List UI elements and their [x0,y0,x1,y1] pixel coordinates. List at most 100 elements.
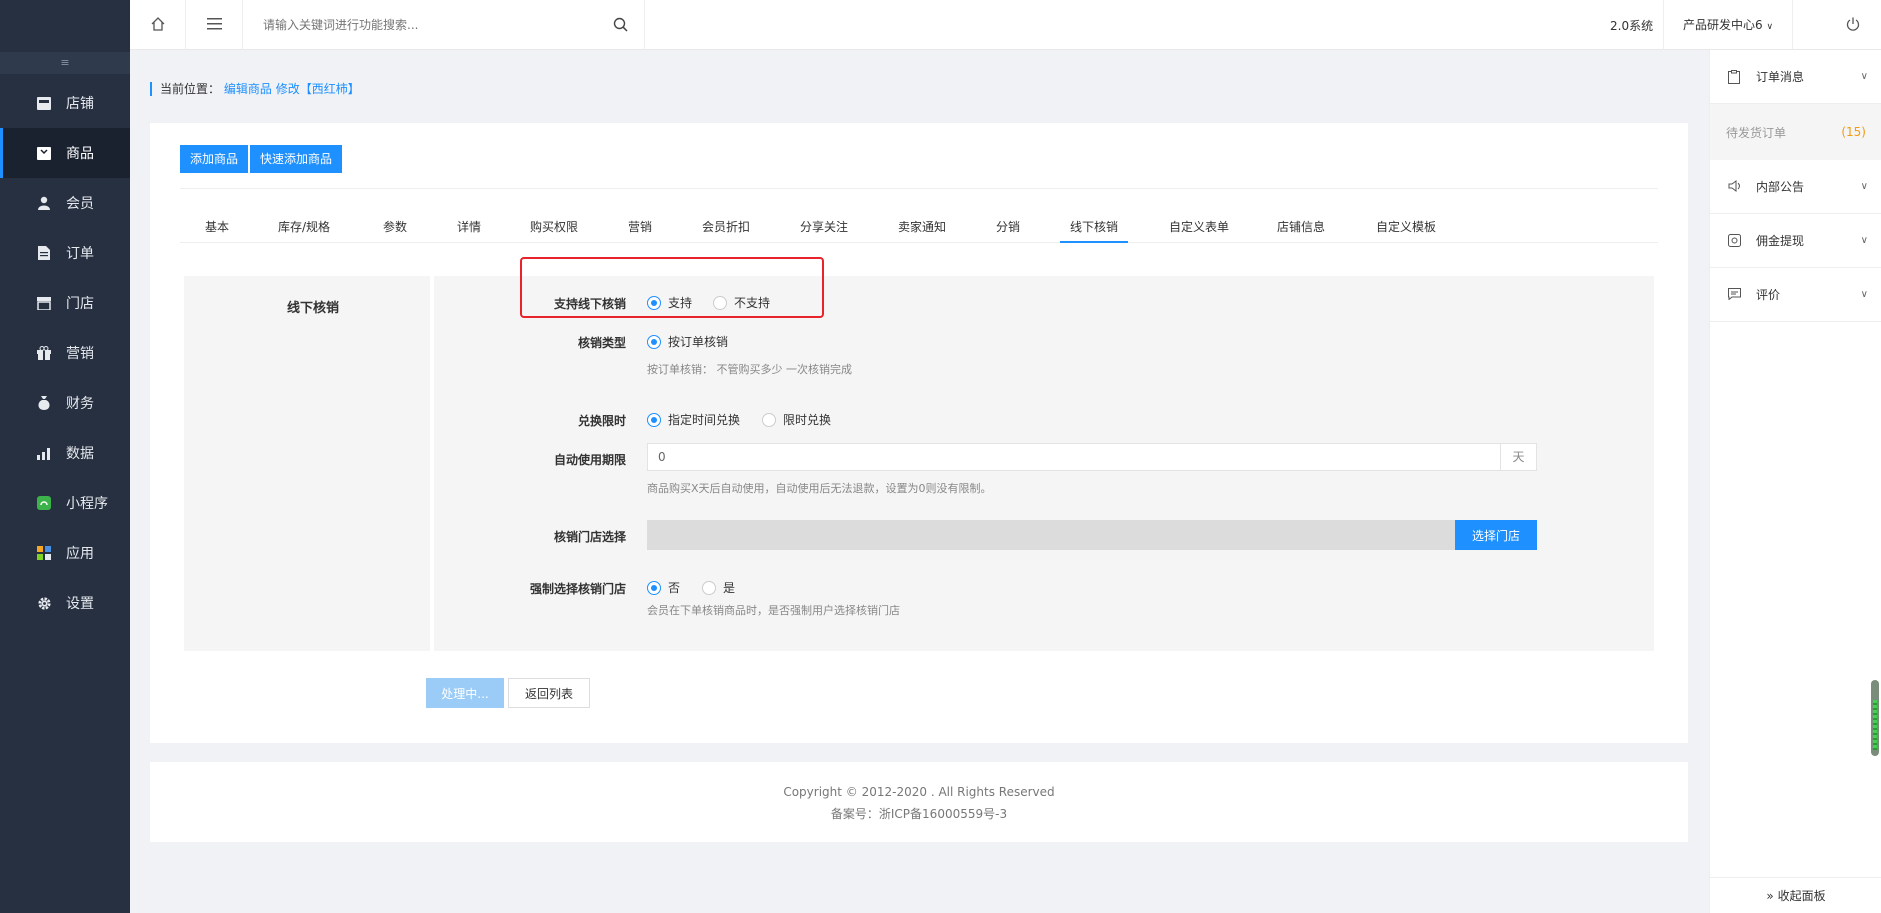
pending-shipment-row[interactable]: 待发货订单 (15) [1710,104,1881,160]
system-version-label: 2.0系统 [1610,19,1654,33]
form-section-side: 线下核销 [184,276,434,651]
sidebar-item-member[interactable]: 会员 [0,178,130,228]
commission-withdraw-item[interactable]: 佣金提现 ∨ [1710,214,1881,268]
tab-offline-verify[interactable]: 线下核销 [1060,213,1129,243]
pending-shipment-count: (15) [1841,125,1866,139]
comment-icon [1728,287,1742,302]
selected-stores-display [647,520,1455,550]
add-goods-button[interactable]: 添加商品 [180,145,249,173]
red-highlight-box [520,257,824,318]
tab-purchase-permission[interactable]: 购买权限 [530,213,578,243]
tab-basic[interactable]: 基本 [205,213,229,243]
shop-icon [36,295,52,311]
sidebar-item-marketing[interactable]: 营销 [0,328,130,378]
select-store-button[interactable]: 选择门店 [1455,520,1537,550]
radio-dot [647,580,661,595]
sidebar-collapse-button[interactable]: ≡ [0,52,130,74]
order-messages-item[interactable]: 订单消息 ∨ [1710,50,1881,104]
logout-button[interactable] [1825,0,1881,50]
sidebar-item-shop[interactable]: 门店 [0,278,130,328]
radio-dot [647,412,661,427]
right-panel-label: 内部公告 [1756,180,1805,194]
search-box [245,0,645,50]
tab-detail[interactable]: 详情 [457,213,481,243]
back-to-list-button[interactable]: 返回列表 [508,678,590,708]
exchange-limited-time-radio[interactable]: 限时兑换 [762,411,831,428]
sidebar-item-order[interactable]: 订单 [0,228,130,278]
goods-icon [36,145,52,161]
tab-marketing[interactable]: 营销 [628,213,652,243]
chevron-down-icon: ∨ [1766,22,1774,32]
home-button[interactable] [130,0,186,50]
miniprogram-icon [36,495,52,511]
tab-share-follow[interactable]: 分享关注 [800,213,848,243]
radio-dot [702,580,716,595]
sidebar-item-label: 财务 [66,396,94,412]
icp-text: 备案号：浙ICP备16000559号-3 [830,807,1008,821]
tab-custom-form[interactable]: 自定义表单 [1169,213,1229,243]
store-icon [36,95,52,111]
sidebar-item-label: 会员 [66,196,94,212]
sidebar-item-label: 门店 [66,296,94,312]
tab-member-discount[interactable]: 会员折扣 [702,213,750,243]
sidebar-item-label: 店铺 [66,96,94,112]
tab-custom-template[interactable]: 自定义模板 [1376,213,1436,243]
exchange-limit-label: 兑换限时 [577,414,626,428]
tab-shop-info[interactable]: 店铺信息 [1277,213,1325,243]
processing-button[interactable]: 处理中... [426,678,504,708]
main-card: 添加商品 快速添加商品 基本 库存/规格 参数 详情 购买权限 营销 会员折扣 … [150,123,1688,743]
sidebar-item-apps[interactable]: 应用 [0,528,130,578]
sidebar-item-goods[interactable]: 商品 [0,128,130,178]
sidebar-item-settings[interactable]: 设置 [0,578,130,628]
gift-icon [36,345,52,361]
breadcrumb: 当前位置： 编辑商品 修改【西红柿】 [150,82,360,96]
sidebar-item-store[interactable]: 店铺 [0,78,130,128]
search-input[interactable] [245,0,585,50]
breadcrumb-link-modify[interactable]: 修改【西红柿】 [276,82,360,96]
sidebar-item-finance[interactable]: 财务 [0,378,130,428]
verify-type-label: 核销类型 [577,336,626,350]
chevron-down-icon: ∨ [1860,71,1868,82]
sidebar-item-data[interactable]: 数据 [0,428,130,478]
tab-seller-notify[interactable]: 卖家通知 [898,213,946,243]
tab-stock-spec[interactable]: 库存/规格 [278,213,330,243]
sidebar-item-label: 订单 [66,246,94,262]
force-store-no-radio[interactable]: 否 [647,579,680,596]
apps-icon [36,545,52,561]
days-unit: 天 [1500,444,1536,470]
verify-by-order-radio[interactable]: 按订单核销 [647,333,728,350]
auto-use-field: 天 [647,443,1537,471]
search-icon[interactable] [613,17,628,35]
org-switcher[interactable]: 产品研发中心6 ∨ [1663,0,1793,50]
footer: Copyright © 2012-2020 . All Rights Reser… [150,762,1688,842]
store-select-label: 核销门店选择 [553,530,626,544]
clipboard-icon [1728,69,1742,84]
menu-toggle-button[interactable] [187,0,243,50]
tab-distribution[interactable]: 分销 [996,213,1020,243]
order-icon [36,245,52,261]
page-scrollbar[interactable] [1870,50,1880,913]
reviews-item[interactable]: 评价 ∨ [1710,268,1881,322]
auto-use-label: 自动使用期限 [553,453,626,467]
collapse-panel-button[interactable]: » 收起面板 [1710,877,1881,913]
tab-params[interactable]: 参数 [383,213,407,243]
tab-bar: 基本 库存/规格 参数 详情 购买权限 营销 会员折扣 分享关注 卖家通知 分销… [180,213,1658,243]
scrollbar-thumb[interactable] [1871,680,1879,756]
sidebar-item-label: 小程序 [66,496,108,512]
exchange-specified-time-radio[interactable]: 指定时间兑换 [647,411,740,428]
section-title: 线下核销 [287,301,340,316]
chevron-down-icon: ∨ [1860,289,1868,300]
quick-add-goods-button[interactable]: 快速添加商品 [250,145,343,173]
right-panel-label: 订单消息 [1756,70,1805,84]
power-icon [1846,17,1860,34]
force-store-yes-radio[interactable]: 是 [702,579,735,596]
sidebar-item-miniprogram[interactable]: 小程序 [0,478,130,528]
sidebar-item-label: 设置 [66,596,94,612]
force-store-label: 强制选择核销门店 [529,582,626,596]
breadcrumb-link-edit[interactable]: 编辑商品 [224,82,272,96]
divider [180,188,1658,189]
chevron-down-icon: ∨ [1860,181,1868,192]
sidebar-item-label: 营销 [66,346,94,362]
auto-use-days-input[interactable] [648,444,1498,470]
internal-notice-item[interactable]: 内部公告 ∨ [1710,160,1881,214]
